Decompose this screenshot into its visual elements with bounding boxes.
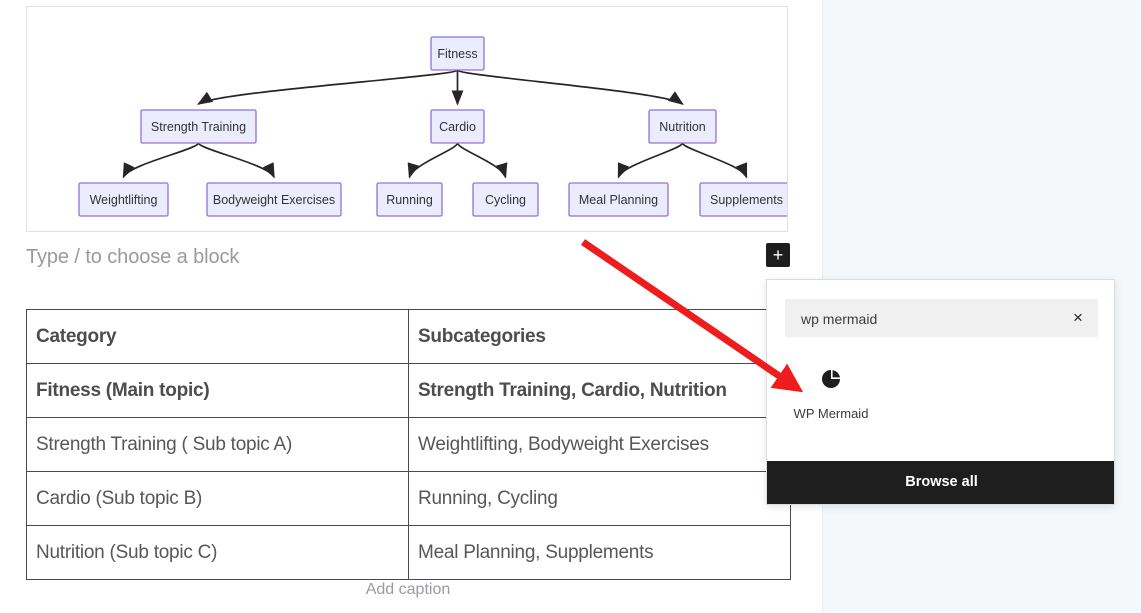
empty-paragraph-block[interactable]: Type / to choose a block + xyxy=(26,243,790,277)
diagram-node-fitness: Fitness xyxy=(430,36,485,71)
editor-content-column: Fitness Strength Training Cardio Nutrition W… xyxy=(0,0,822,613)
inserter-result-label: WP Mermaid xyxy=(793,406,869,421)
diagram-node-label: Weightlifting xyxy=(90,193,158,207)
close-icon[interactable]: × xyxy=(1068,308,1088,328)
add-block-button[interactable]: + xyxy=(766,243,790,267)
diagram-node-strength: Strength Training xyxy=(140,109,257,144)
diagram-node-weight: Weightlifting xyxy=(78,182,169,217)
diagram-node-label: Supplements xyxy=(710,193,783,207)
mermaid-diagram-block[interactable]: Fitness Strength Training Cardio Nutrition W… xyxy=(26,6,788,232)
mermaid-flowchart: Fitness Strength Training Cardio Nutrition W… xyxy=(78,36,787,217)
inserter-search-field[interactable]: × xyxy=(785,299,1098,339)
table-row: Cardio (Sub topic B) Running, Cycling xyxy=(26,471,791,526)
diagram-edge xyxy=(407,142,459,179)
table-cell[interactable]: Strength Training ( Sub topic A) xyxy=(26,417,409,472)
table-cell[interactable]: Meal Planning, Supplements xyxy=(408,525,791,580)
diagram-node-label: Strength Training xyxy=(151,120,246,134)
diagram-node-label: Nutrition xyxy=(659,120,706,134)
diagram-edge xyxy=(456,69,684,105)
browse-all-button[interactable]: Browse all xyxy=(767,461,1114,504)
table-cell[interactable]: Running, Cycling xyxy=(408,471,791,526)
diagram-edge xyxy=(122,142,200,179)
diagram-node-mealplan: Meal Planning xyxy=(568,182,669,217)
diagram-node-label: Meal Planning xyxy=(579,193,658,207)
pie-chart-icon xyxy=(822,370,840,388)
block-inserter-popup[interactable]: × WP Mermaid Browse all xyxy=(766,279,1115,505)
diagram-node-nutrition: Nutrition xyxy=(648,109,717,144)
diagram-edge xyxy=(197,69,459,105)
block-placeholder-text[interactable]: Type / to choose a block xyxy=(26,246,239,269)
diagram-node-bodyweight: Bodyweight Exercises xyxy=(206,182,342,217)
table-cell[interactable]: Cardio (Sub topic B) xyxy=(26,471,409,526)
table-row: Nutrition (Sub topic C) Meal Planning, Su… xyxy=(26,525,791,580)
table-header-cell[interactable]: Category xyxy=(26,309,409,364)
diagram-node-cycling: Cycling xyxy=(472,182,539,217)
table-caption-placeholder[interactable]: Add caption xyxy=(26,581,790,599)
diagram-node-running: Running xyxy=(376,182,443,217)
table-row: Strength Training ( Sub topic A) Weightli… xyxy=(26,417,791,472)
diagram-node-cardio: Cardio xyxy=(430,109,485,144)
search-input[interactable] xyxy=(799,299,1053,339)
diagram-edge xyxy=(681,142,748,179)
diagram-node-label: Fitness xyxy=(437,47,477,61)
diagram-edge xyxy=(456,142,508,179)
table-cell[interactable]: Nutrition (Sub topic C) xyxy=(26,525,409,580)
content-table[interactable]: Category Subcategories Fitness (Main topic… xyxy=(26,309,791,580)
diagram-edge xyxy=(617,142,684,179)
table-cell[interactable]: Weightlifting, Bodyweight Exercises xyxy=(408,417,791,472)
diagram-node-label: Running xyxy=(386,193,433,207)
table-row: Fitness (Main topic) Strength Training, C… xyxy=(26,363,791,418)
diagram-nodes: Fitness Strength Training Cardio Nutrition W… xyxy=(78,36,787,217)
table-cell[interactable]: Strength Training, Cardio, Nutrition xyxy=(408,363,791,418)
table-header-cell[interactable]: Subcategories xyxy=(408,309,791,364)
diagram-node-label: Cycling xyxy=(485,193,526,207)
diagram-node-label: Cardio xyxy=(439,120,476,134)
diagram-node-label: Bodyweight Exercises xyxy=(213,193,335,207)
diagram-node-supplement: Supplements xyxy=(699,182,787,217)
table-header-row: Category Subcategories xyxy=(26,309,791,364)
inserter-result-item-wp-mermaid[interactable]: WP Mermaid xyxy=(785,368,877,421)
diagram-edge xyxy=(197,142,275,179)
table-cell[interactable]: Fitness (Main topic) xyxy=(26,363,409,418)
